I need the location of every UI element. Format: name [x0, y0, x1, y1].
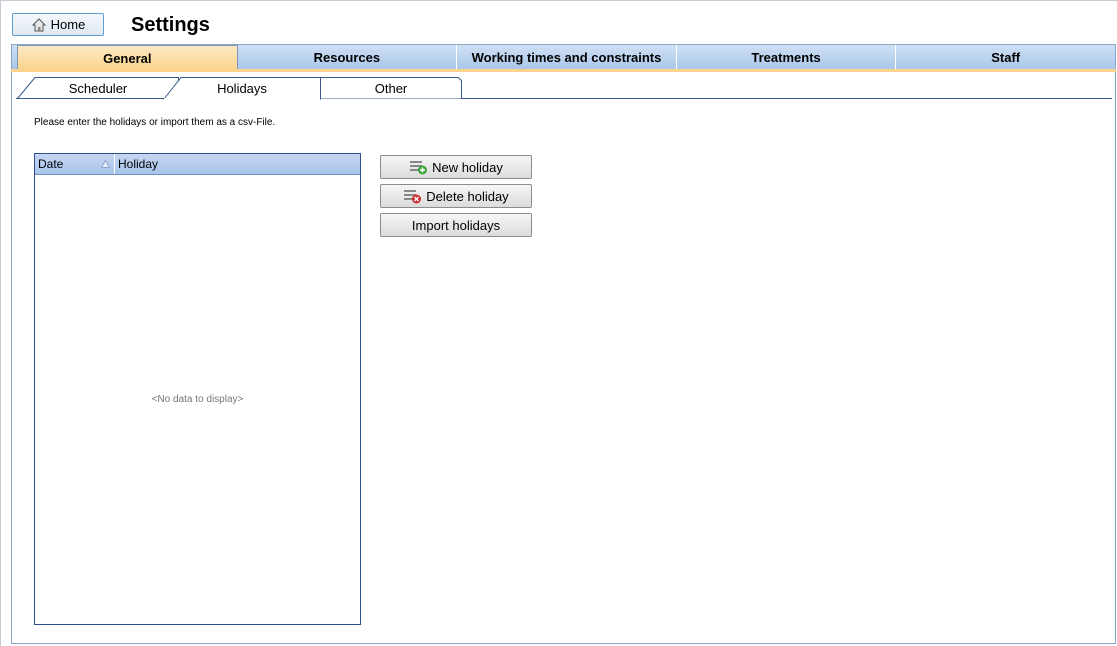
import-holidays-label: Import holidays — [411, 217, 501, 233]
delete-holiday-button[interactable]: Delete holiday — [380, 184, 532, 208]
tab-working-times-label: Working times and constraints — [471, 49, 662, 65]
empty-grid-message: <No data to display> — [151, 394, 244, 405]
grid-header: Date Holiday — [35, 154, 360, 175]
holidays-grid[interactable]: Date Holiday <No data to display> — [34, 153, 361, 625]
tab-treatments[interactable]: Treatments — [677, 45, 897, 69]
tab-general[interactable]: General — [17, 45, 238, 71]
home-button-label: Home — [50, 17, 86, 32]
tab-resources[interactable]: Resources — [238, 45, 458, 69]
column-date-label: Date — [38, 157, 64, 171]
tab-treatments-label: Treatments — [751, 49, 821, 65]
add-list-icon — [409, 159, 429, 175]
subtab-holidays-label: Holidays — [217, 80, 267, 96]
subtab-scheduler-label: Scheduler — [68, 80, 128, 96]
import-holidays-button[interactable]: Import holidays — [380, 213, 532, 237]
instructions-text: Please enter the holidays or import them… — [34, 117, 276, 128]
subtab-holidays[interactable]: Holidays — [163, 77, 321, 100]
tab-general-label: General — [103, 51, 152, 66]
column-header-holiday[interactable]: Holiday — [115, 154, 360, 174]
tab-working-times[interactable]: Working times and constraints — [457, 45, 677, 69]
delete-list-icon — [403, 188, 423, 204]
sort-ascending-icon — [101, 160, 110, 168]
subtab-scheduler[interactable]: Scheduler — [17, 77, 179, 99]
column-holiday-label: Holiday — [118, 157, 159, 171]
tab-resources-label: Resources — [313, 49, 381, 65]
subtab-other-label: Other — [374, 80, 408, 96]
home-button[interactable]: Home — [12, 13, 104, 36]
column-header-date[interactable]: Date — [35, 154, 115, 174]
tab-staff-label: Staff — [991, 49, 1021, 65]
home-icon — [31, 17, 47, 33]
main-tab-strip: General Resources Working times and cons… — [11, 44, 1116, 71]
subtab-other[interactable]: Other — [320, 77, 462, 99]
tab-staff[interactable]: Staff — [896, 45, 1115, 69]
active-tab-gap — [164, 98, 320, 99]
page-title: Settings — [131, 14, 210, 36]
delete-holiday-label: Delete holiday — [426, 188, 509, 204]
new-holiday-button[interactable]: New holiday — [380, 155, 532, 179]
new-holiday-label: New holiday — [432, 159, 503, 175]
